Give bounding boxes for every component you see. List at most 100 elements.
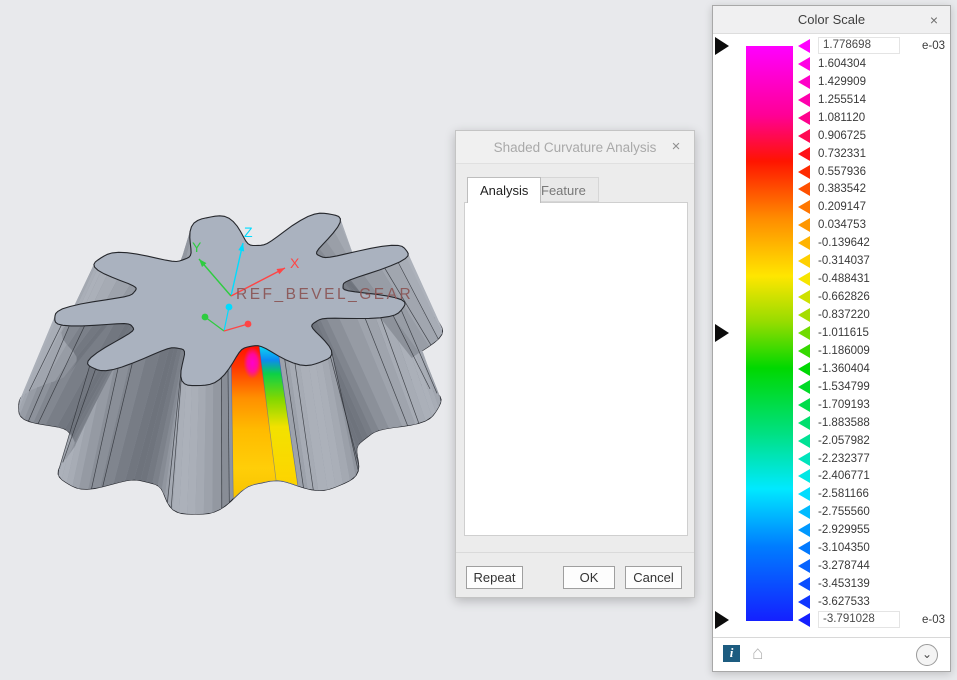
scale-value-label: -2.929955 [818, 524, 870, 537]
scale-min-input[interactable]: -3.791028 [818, 611, 900, 629]
scale-arrow-handle[interactable] [798, 92, 810, 107]
color-scale-row: -3.791028 e-03 [798, 611, 948, 629]
home-icon[interactable]: ⌂ [752, 644, 763, 664]
scale-arrow-handle[interactable] [798, 236, 810, 251]
color-scale-row: 1.604304 [798, 55, 948, 73]
scale-value-label: -0.837220 [818, 309, 870, 322]
color-scale-row: 1.429909 [798, 73, 948, 91]
scale-arrow-handle[interactable] [798, 128, 810, 143]
scale-arrow-handle[interactable] [798, 56, 810, 71]
bevel-gear-model: REF_BEVEL_GEAR Z Y X [18, 212, 444, 515]
color-scale-close-icon[interactable]: × [926, 12, 942, 28]
color-scale-row: 1.255514 [798, 91, 948, 109]
scale-range-marker[interactable] [715, 324, 729, 343]
scale-value-label: 1.255514 [818, 93, 866, 106]
analysis-groupbox [464, 202, 688, 536]
scale-arrow-handle[interactable] [798, 343, 810, 358]
scale-arrow-handle[interactable] [798, 559, 810, 574]
scale-value-label: -2.406771 [818, 470, 870, 483]
color-scale-row: -1.534799 [798, 378, 948, 396]
color-scale-row: -0.314037 [798, 252, 948, 270]
repeat-button[interactable]: Repeat [466, 566, 523, 589]
scale-range-marker[interactable] [715, 37, 729, 55]
scale-arrow-handle[interactable] [798, 577, 810, 592]
scale-value-label: -0.488431 [818, 273, 870, 286]
scale-arrow-handle[interactable] [798, 38, 810, 53]
info-icon[interactable]: i [723, 645, 740, 662]
color-scale-row: -2.232377 [798, 450, 948, 468]
tab-analysis[interactable]: Analysis [467, 177, 542, 203]
scale-value-label: -0.139642 [818, 237, 870, 250]
scale-arrow-handle[interactable] [798, 415, 810, 430]
scale-value-label: 0.732331 [818, 147, 866, 160]
scale-arrow-handle[interactable] [798, 218, 810, 233]
color-scale-row: -0.488431 [798, 270, 948, 288]
scale-arrow-handle[interactable] [798, 379, 810, 394]
scale-arrow-handle[interactable] [798, 361, 810, 376]
color-scale-row: 1.081120 [798, 109, 948, 127]
color-scale-row: -1.883588 [798, 414, 948, 432]
scale-arrow-handle[interactable] [798, 182, 810, 197]
color-scale-row: -2.581166 [798, 485, 948, 503]
cancel-button[interactable]: Cancel [625, 566, 682, 589]
scale-arrow-handle[interactable] [798, 325, 810, 340]
scale-value-label: 0.034753 [818, 219, 866, 232]
y-axis-label: Y [192, 239, 202, 255]
scale-value-label: -1.883588 [818, 416, 870, 429]
color-scale-row: -3.453139 [798, 575, 948, 593]
color-scale-row: 0.209147 [798, 198, 948, 216]
color-gradient-bar [746, 46, 793, 621]
scale-value-label: -2.232377 [818, 452, 870, 465]
scale-arrow-handle[interactable] [798, 254, 810, 269]
scale-value-label: 0.383542 [818, 183, 866, 196]
scale-arrow-handle[interactable] [798, 433, 810, 448]
scale-value-label: 0.209147 [818, 201, 866, 214]
scale-arrow-handle[interactable] [798, 397, 810, 412]
color-scale-titlebar[interactable]: Color Scale × [713, 6, 950, 34]
color-scale-row: 0.906725 [798, 127, 948, 145]
scale-max-input[interactable]: 1.778698 [818, 37, 900, 55]
model-name-label: REF_BEVEL_GEAR [236, 286, 413, 303]
scale-arrow-handle[interactable] [798, 290, 810, 305]
scale-arrow-handle[interactable] [798, 541, 810, 556]
scale-value-label: -2.755560 [818, 506, 870, 519]
scale-value-label: -0.662826 [818, 291, 870, 304]
scale-arrow-handle[interactable] [798, 451, 810, 466]
color-scale-row: -1.186009 [798, 342, 948, 360]
scale-arrow-handle[interactable] [798, 200, 810, 215]
scale-arrow-handle[interactable] [798, 487, 810, 502]
scale-arrow-handle[interactable] [798, 595, 810, 610]
collapse-panel-button[interactable]: ⌄ [916, 644, 938, 666]
scale-value-label: -0.314037 [818, 255, 870, 268]
scale-arrow-handle[interactable] [798, 164, 810, 179]
ok-button[interactable]: OK [563, 566, 615, 589]
scale-arrow-handle[interactable] [798, 74, 810, 89]
scale-arrow-handle[interactable] [798, 523, 810, 538]
scale-range-marker[interactable] [715, 611, 729, 630]
color-scale-row: -2.755560 [798, 503, 948, 521]
exponent-label: e-03 [922, 613, 946, 626]
color-scale-toolbar: i ⌂ ⌄ [713, 637, 950, 671]
color-scale-row: -0.662826 [798, 288, 948, 306]
scale-value-label: 0.557936 [818, 165, 866, 178]
color-scale-row: -2.929955 [798, 521, 948, 539]
color-scale-values: 1.778698 e-03 1.604304 1.429909 1.255514 1.08… [798, 37, 948, 629]
exponent-label: e-03 [922, 39, 946, 52]
scale-arrow-handle[interactable] [798, 146, 810, 161]
scale-arrow-handle[interactable] [798, 612, 810, 627]
dialog-separator [456, 552, 694, 553]
scale-value-label: -3.104350 [818, 542, 870, 555]
scale-arrow-handle[interactable] [798, 469, 810, 484]
color-scale-row: -1.011615 [798, 324, 948, 342]
scale-value-label: -1.709193 [818, 398, 870, 411]
scale-arrow-handle[interactable] [798, 308, 810, 323]
scale-arrow-handle[interactable] [798, 505, 810, 520]
color-scale-row: -3.104350 [798, 539, 948, 557]
scale-arrow-handle[interactable] [798, 272, 810, 287]
x-axis-label: X [290, 255, 300, 271]
z-axis-label: Z [244, 224, 253, 240]
dialog-close-icon[interactable]: × [668, 139, 684, 155]
scale-arrow-handle[interactable] [798, 110, 810, 125]
color-scale-row: 0.383542 [798, 181, 948, 199]
dialog-titlebar[interactable]: Shaded Curvature Analysis × [456, 131, 694, 164]
